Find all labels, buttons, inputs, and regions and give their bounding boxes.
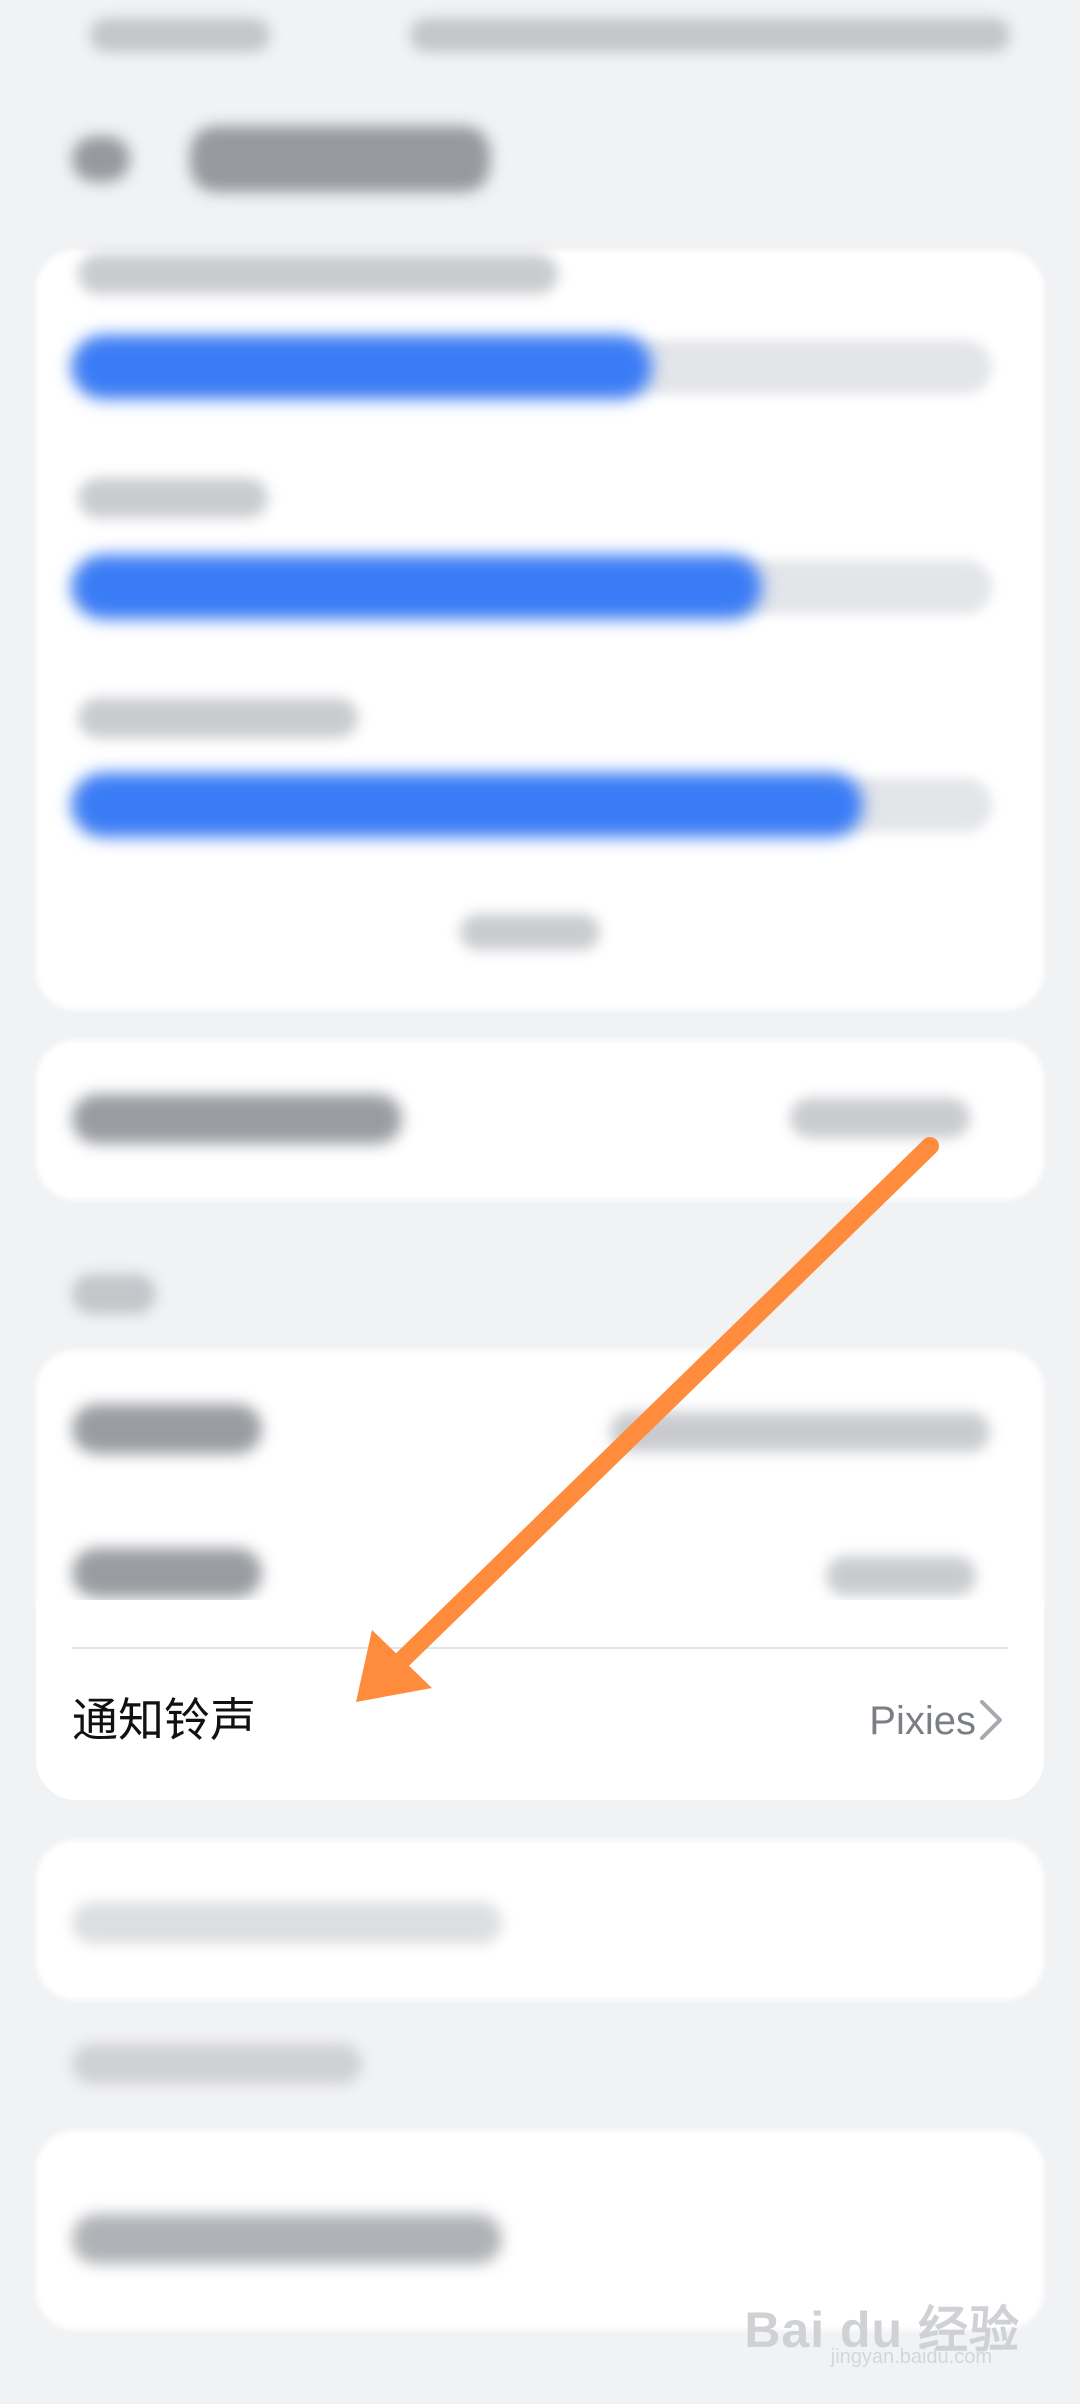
setting-row-3-label[interactable] [72, 1548, 262, 1598]
setting-row-5-label[interactable] [72, 2214, 502, 2264]
setting-row-1-value [790, 1098, 970, 1138]
notification-ringtone-value: Pixies [869, 1699, 976, 1743]
page-title [190, 126, 490, 192]
status-bar-time [90, 18, 270, 52]
collapse-toggle[interactable] [460, 914, 600, 950]
volume-row-3-label [78, 698, 358, 738]
setting-row-2-value [610, 1412, 990, 1452]
volume-slider-1-fill[interactable] [72, 335, 652, 399]
chevron-right-icon [976, 1698, 1006, 1742]
notification-ringtone-label: 通知铃声 [72, 1693, 256, 1747]
blurred-background-content [0, 0, 1080, 1610]
setting-row-3-value [826, 1556, 976, 1596]
section-header-2 [72, 2044, 362, 2084]
setting-row-4-label[interactable] [72, 1902, 502, 1944]
volume-row-2-label [78, 478, 268, 518]
volume-slider-2-fill[interactable] [72, 555, 762, 619]
section-header [72, 1274, 156, 1314]
setting-row-1-label[interactable] [72, 1094, 402, 1144]
row-divider [72, 1647, 1008, 1649]
setting-row-2-label[interactable] [72, 1404, 262, 1454]
volume-row-1-label [78, 254, 558, 294]
back-icon[interactable] [72, 136, 130, 182]
volume-slider-3-fill[interactable] [72, 773, 863, 837]
watermark-subtext: jingyan.baidu.com [830, 2346, 992, 2368]
status-bar-icons [410, 18, 1010, 52]
